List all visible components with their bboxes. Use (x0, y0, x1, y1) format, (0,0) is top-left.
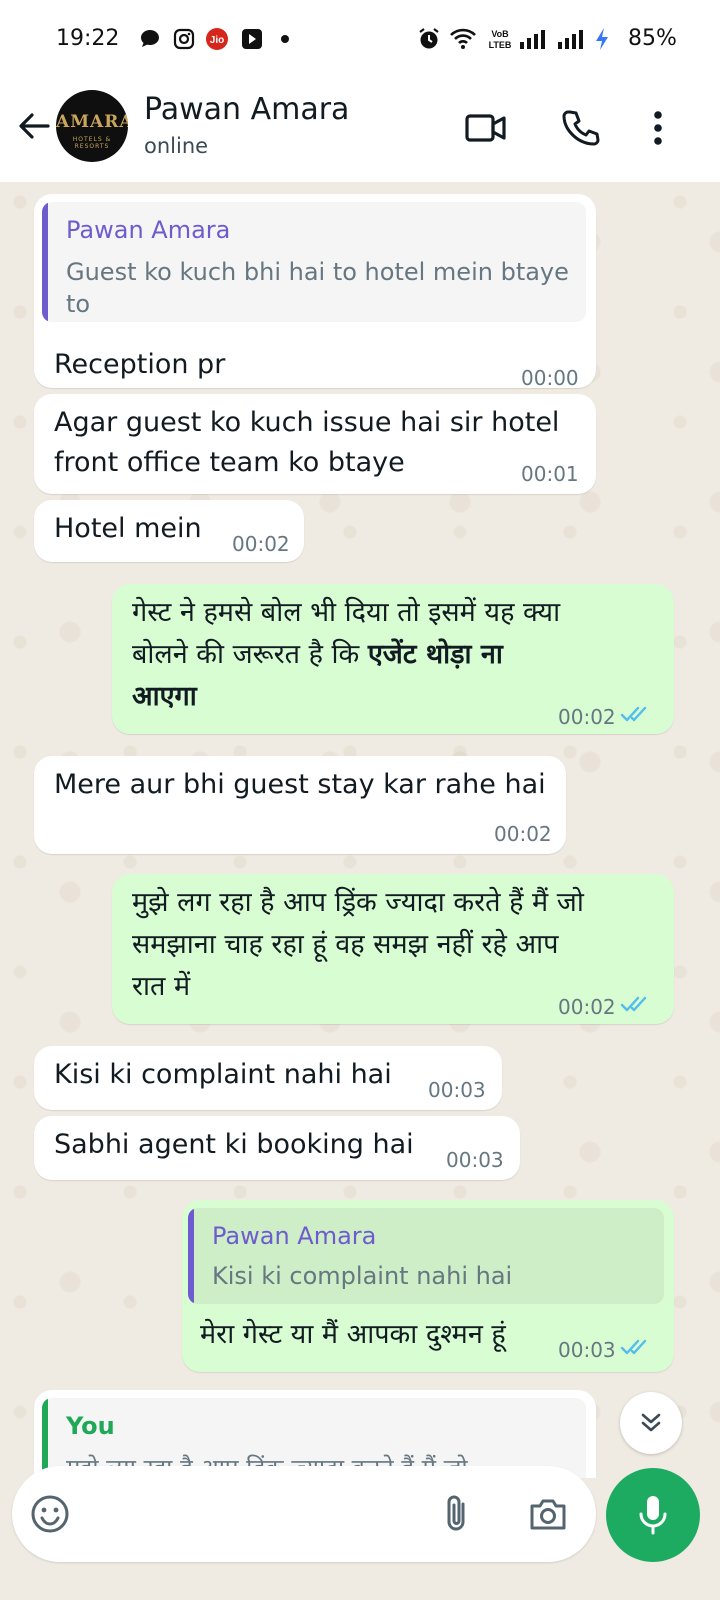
quoted-message[interactable]: Pawan Amara Guest ko kuch bhi hai to hot… (42, 202, 586, 322)
message-text-part: बोलने की जरूरत है कि (132, 639, 368, 670)
avatar-logo-subtext: HOTELS & RESORTS (72, 136, 112, 150)
dot-icon (278, 26, 292, 52)
chat-bubble-icon (137, 26, 163, 52)
overflow-menu-icon (654, 111, 662, 145)
battery-percent: 85% (628, 26, 677, 51)
volte-icon: VoB LTEB (486, 26, 514, 52)
message-time: 00:01 (521, 462, 579, 486)
signal-icon (556, 26, 588, 52)
message-incoming[interactable]: Mere aur bhi guest stay kar rahe hai 00:… (34, 756, 566, 854)
instagram-icon (171, 26, 197, 52)
message-incoming[interactable]: Agar guest ko kuch issue hai sir hotel f… (34, 394, 596, 494)
message-time: 00:02 (558, 705, 616, 729)
status-time: 19:22 (56, 26, 120, 51)
svg-text:VoB: VoB (491, 29, 509, 39)
emoji-icon (31, 1495, 69, 1533)
message-incoming[interactable]: Hotel mein 00:02 (34, 500, 304, 562)
quote-text: to (66, 290, 91, 318)
message-text-bold: आएगा (132, 681, 197, 712)
message-text: Mere aur bhi guest stay kar rahe hai (54, 769, 546, 800)
message-text: मेरा गेस्ट या मैं आपका दुश्मन हूं (200, 1319, 506, 1350)
message-outgoing[interactable]: गेस्ट ने हमसे बोल भी दिया तो इसमें यह क्… (112, 584, 674, 734)
more-options-button[interactable] (638, 102, 678, 154)
avatar-logo-text: AMARA (56, 112, 128, 132)
message-text: समझाना चाह रहा हूं वह समझ नहीं रहे आप (132, 929, 559, 960)
message-time: 00:03 (446, 1148, 504, 1172)
camera-button[interactable] (526, 1492, 570, 1536)
message-text: मुझे लग रहा है आप ड्रिंक ज्यादा करते हैं… (132, 887, 584, 918)
alarm-icon (416, 26, 442, 52)
message-incoming[interactable]: You मुझे लग रहा है आप ड्रिंक ज्यादा करते… (34, 1390, 596, 1478)
quote-sender: Pawan Amara (212, 1222, 377, 1250)
quote-accent-bar (188, 1208, 194, 1304)
voice-call-button[interactable] (554, 102, 606, 154)
read-ticks-icon (620, 996, 647, 1012)
jio-icon: Jio (204, 26, 230, 52)
read-ticks-icon (620, 1339, 647, 1355)
message-time: 00:03 (558, 1338, 616, 1362)
message-text: रात में (132, 971, 191, 1002)
chat-header: AMARA HOTELS & RESORTS Pawan Amara onlin… (0, 80, 720, 182)
message-time: 00:02 (494, 822, 552, 846)
read-ticks-icon (620, 706, 647, 722)
status-bar: 19:22 Jio VoB LTEB 85% (0, 0, 720, 80)
message-text: गेस्ट ने हमसे बोल भी दिया तो इसमें यह क्… (132, 597, 561, 628)
message-outgoing[interactable]: Pawan Amara Kisi ki complaint nahi hai म… (182, 1200, 674, 1372)
youtube-icon (239, 26, 265, 52)
quote-text: Guest ko kuch bhi hai to hotel mein btay… (66, 258, 569, 286)
message-list[interactable]: Pawan Amara Guest ko kuch bhi hai to hot… (0, 182, 720, 1478)
contact-name[interactable]: Pawan Amara (144, 92, 349, 127)
back-button[interactable] (12, 104, 56, 148)
attach-icon (447, 1495, 465, 1531)
charging-icon (592, 26, 612, 52)
message-text: बोलने की जरूरत है कि एजेंट थोड़ा ना (132, 638, 503, 672)
message-time: 00:03 (428, 1078, 486, 1102)
camera-icon (530, 1499, 566, 1530)
emoji-button[interactable] (28, 1492, 72, 1536)
message-composer[interactable] (12, 1466, 596, 1562)
message-time: 00:02 (558, 995, 616, 1019)
svg-text:Jio: Jio (210, 35, 224, 46)
quote-text: Kisi ki complaint nahi hai (212, 1262, 513, 1290)
message-text-bold: एजेंट थोड़ा ना (367, 639, 503, 670)
message-text: Reception pr (54, 349, 226, 380)
phone-icon (562, 110, 600, 146)
quote-sender: Pawan Amara (66, 216, 231, 244)
signal-icon (518, 26, 550, 52)
wifi-icon (448, 26, 478, 52)
message-incoming[interactable]: Kisi ki complaint nahi hai 00:03 (34, 1046, 502, 1110)
message-incoming[interactable]: Pawan Amara Guest ko kuch bhi hai to hot… (34, 194, 596, 390)
message-text: Sabhi agent ki booking hai (54, 1129, 414, 1160)
message-time: 00:02 (232, 532, 290, 556)
scroll-to-bottom-button[interactable] (620, 1392, 682, 1454)
message-text: Hotel mein (54, 513, 202, 544)
contact-status: online (144, 134, 209, 158)
video-camera-icon (465, 114, 506, 142)
message-text: Kisi ki complaint nahi hai (54, 1059, 392, 1090)
quote-sender: You (66, 1412, 115, 1440)
video-call-button[interactable] (460, 102, 512, 154)
message-time: 00:00 (521, 366, 579, 390)
message-incoming[interactable]: Sabhi agent ki booking hai 00:03 (34, 1116, 520, 1180)
avatar[interactable]: AMARA HOTELS & RESORTS (56, 90, 128, 162)
double-chevron-down-icon (641, 1413, 661, 1432)
message-text: Agar guest ko kuch issue hai sir hotel (54, 407, 560, 438)
mic-icon (639, 1496, 667, 1535)
attach-button[interactable] (434, 1492, 478, 1536)
svg-text:LTEB: LTEB (489, 40, 512, 50)
message-text: front office team ko btaye (54, 447, 405, 478)
quote-accent-bar (42, 202, 48, 322)
voice-message-button[interactable] (606, 1468, 700, 1562)
message-outgoing[interactable]: मुझे लग रहा है आप ड्रिंक ज्यादा करते हैं… (112, 874, 674, 1024)
quote-accent-bar (42, 1398, 48, 1478)
quoted-message[interactable]: Pawan Amara Kisi ki complaint nahi hai (188, 1208, 664, 1304)
